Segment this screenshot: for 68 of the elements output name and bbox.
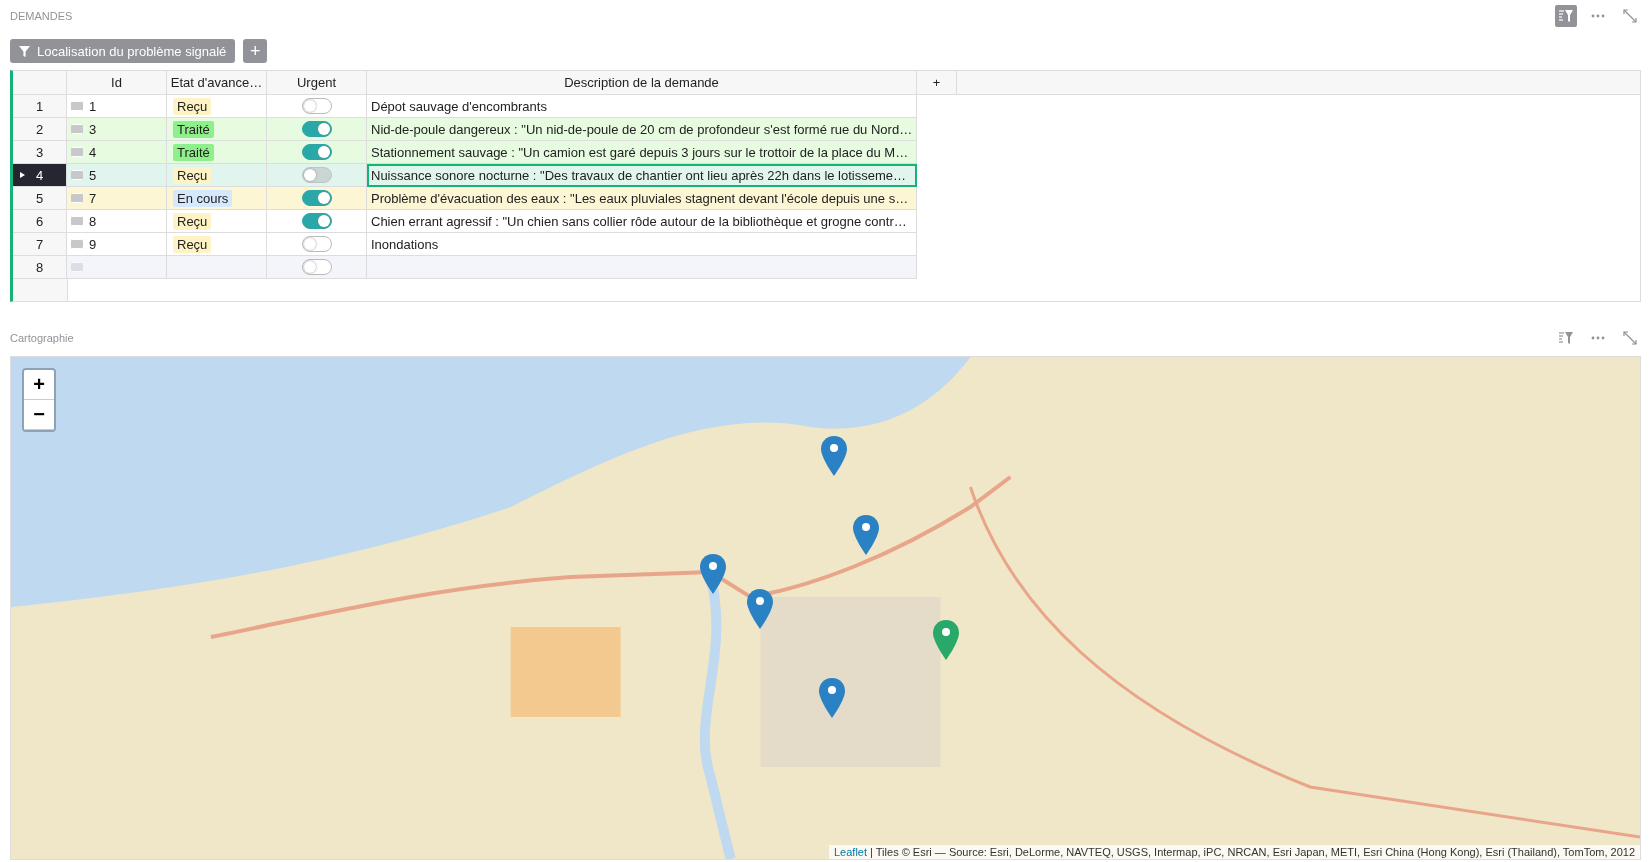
record-card-icon[interactable]	[71, 147, 83, 157]
table-row[interactable]: 3 4 Traité Stationnement sauvage : "Un camion est garé depuis 3 jours sur le trottoir de la place du M…	[13, 141, 917, 164]
status-tag: Traité	[173, 143, 214, 161]
table-cell: Dépot sauvage d'encombrants	[371, 98, 547, 114]
toggle-switch[interactable]	[301, 213, 332, 229]
status-tag: Traité	[173, 120, 214, 138]
record-card-icon[interactable]	[71, 216, 83, 226]
table-row[interactable]: 4 5 Reçu Nuissance sonore nocturne : "Des travaux de chantier ont lieu après 22h dans le lotisseme…	[13, 164, 917, 187]
toggle-switch[interactable]	[301, 236, 332, 252]
map-marker-icon[interactable]	[819, 677, 845, 718]
row-number[interactable]: 2	[13, 118, 67, 141]
row-number[interactable]: 6	[13, 210, 67, 233]
record-card-icon[interactable]	[71, 170, 83, 180]
column-header[interactable]: +	[917, 71, 957, 95]
toggle-switch[interactable]	[301, 144, 332, 160]
map-marker-icon[interactable]	[747, 589, 774, 630]
table-row[interactable]: 7 9 Reçu Inondations	[13, 233, 917, 256]
table-cell: 5	[89, 167, 97, 183]
zoom-in-button[interactable]: +	[24, 370, 54, 400]
leaflet-link[interactable]: Leaflet	[834, 846, 868, 858]
status-tag: Reçu	[173, 166, 212, 184]
table-cell: 8	[89, 213, 97, 229]
record-card-icon[interactable]	[71, 239, 83, 249]
table-cell: Nuissance sonore nocturne : "Des travaux de chantier ont lieu après 22h dans le lotisseme…	[371, 167, 907, 183]
table-row[interactable]: 2 3 Traité Nid-de-poule dangereux : "Un nid-de-poule de 20 cm de profondeur s'est formé rue du Nord…	[13, 118, 917, 141]
toggle-switch[interactable]	[301, 98, 332, 114]
row-number[interactable]: 7	[13, 233, 67, 256]
table-cell: 3	[89, 121, 97, 137]
row-number[interactable]: 5	[13, 187, 67, 210]
table-row[interactable]: 6 8 Reçu Chien errant agressif : "Un chien sans collier rôde autour de la bibliothèque et grogne contr…	[13, 210, 917, 233]
section-title: Cartographie	[10, 332, 74, 344]
map-marker-icon[interactable]	[853, 514, 880, 555]
map-marker-icon[interactable]	[933, 620, 960, 661]
map-marker-icon[interactable]	[820, 435, 847, 476]
toggle-switch[interactable]	[301, 259, 332, 275]
table-cell: 7	[89, 190, 97, 206]
row-number[interactable]: 3	[13, 141, 67, 164]
table-row[interactable]: 1 1 Reçu Dépot sauvage d'encombrants	[13, 95, 917, 118]
cursor-triangle-icon	[20, 172, 25, 178]
table-cell: 9	[89, 236, 97, 252]
table-cell: Chien errant agressif : "Un chien sans collier rôde autour de la bibliothèque et grogne contr…	[371, 213, 907, 229]
toggle-switch[interactable]	[301, 121, 332, 137]
sort-filter-icon[interactable]	[1555, 5, 1577, 27]
filter-icon	[19, 45, 30, 57]
section-title: DEMANDES	[10, 10, 73, 22]
table-cell: Stationnement sauvage : "Un camion est garé depuis 3 jours sur le trottoir de la place du M…	[371, 144, 909, 160]
status-tag: Reçu	[173, 212, 212, 230]
toggle-switch[interactable]	[301, 167, 332, 183]
table-row[interactable]: 5 7 En cours Problème d'évacuation des eaux : "Les eaux pluviales stagnent devant l'école depuis une s…	[13, 187, 917, 210]
table-cell: 4	[89, 144, 97, 160]
record-card-icon[interactable]	[71, 193, 83, 203]
table-cell: Inondations	[371, 236, 439, 252]
status-tag: En cours	[173, 189, 233, 207]
table-cell: Problème d'évacuation des eaux : "Les eaux pluviales stagnent devant l'école depuis une s…	[371, 190, 909, 206]
row-number[interactable]: 8	[13, 256, 67, 279]
status-tag: Reçu	[173, 235, 212, 253]
toggle-switch[interactable]	[301, 190, 332, 206]
table-cell: 1	[89, 98, 97, 114]
record-card-icon[interactable]	[71, 124, 83, 134]
attribution-text: | Tiles © Esri — Source: Esri, DeLorme, NAVTEQ, USGS, Intermap, iPC, NRCAN, Esri Japan, METI, Esri China (Hong Kong), Esri (Thailand), TomTom, 2012	[870, 846, 1635, 858]
table-row[interactable]: 8	[13, 256, 917, 279]
row-number[interactable]: 1	[13, 95, 67, 118]
record-card-icon[interactable]	[71, 101, 83, 111]
map-marker-icon[interactable]	[700, 553, 727, 594]
row-number[interactable]: 4	[13, 164, 67, 187]
status-tag: Reçu	[173, 97, 212, 115]
table-cell: Nid-de-poule dangereux : "Un nid-de-poule de 20 cm de profondeur s'est formé rue du Nord…	[371, 121, 913, 137]
zoom-out-button[interactable]: −	[24, 400, 54, 430]
